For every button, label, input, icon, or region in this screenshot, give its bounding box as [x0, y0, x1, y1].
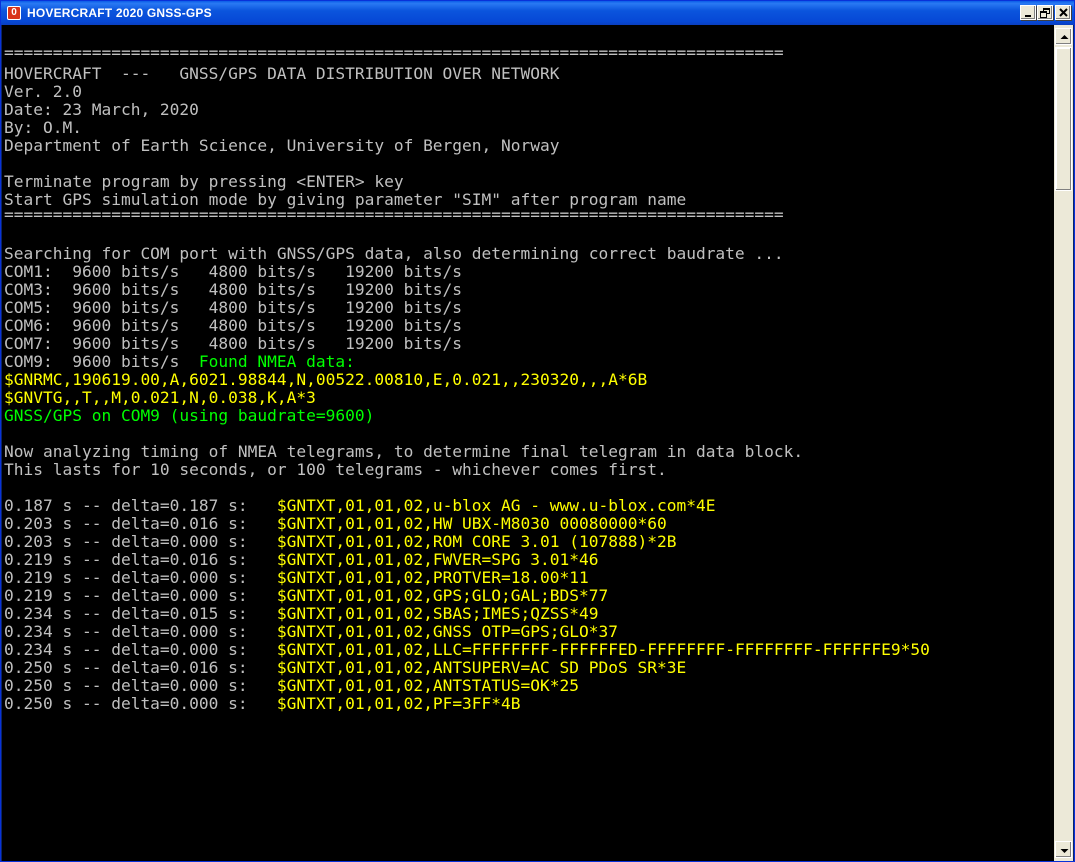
timing-prefix: 0.203 s -- delta=0.016 s:: [4, 514, 277, 533]
console-app-icon[interactable]: 0: [7, 6, 21, 20]
timing-row: 0.219 s -- delta=0.016 s: $GNTXT,01,01,0…: [4, 551, 599, 569]
scroll-up-arrow-icon: [1060, 35, 1069, 39]
nmea-sentence: $GNVTG,,T,,M,0.021,N,0.038,K,A*3: [4, 388, 316, 407]
minimize-button[interactable]: [1020, 5, 1036, 20]
vertical-scrollbar[interactable]: [1054, 25, 1073, 861]
timing-row: 0.219 s -- delta=0.000 s: $GNTXT,01,01,0…: [4, 587, 608, 605]
timing-row: 0.234 s -- delta=0.015 s: $GNTXT,01,01,0…: [4, 605, 599, 623]
timing-telegram: $GNTXT,01,01,02,ANTSUPERV=AC SD PDoS SR*…: [276, 658, 687, 677]
timing-telegram: $GNTXT,01,01,02,u-blox AG - www.u-blox.c…: [276, 496, 716, 515]
timing-prefix: 0.250 s -- delta=0.000 s:: [4, 676, 277, 695]
com-port-line: COM3: 9600 bits/s 4800 bits/s 19200 bits…: [4, 280, 463, 299]
timing-prefix: 0.234 s -- delta=0.000 s:: [4, 622, 277, 641]
scroll-up-button[interactable]: [1055, 28, 1072, 45]
timing-prefix: 0.187 s -- delta=0.187 s:: [4, 496, 277, 515]
com-port-line: COM5: 9600 bits/s 4800 bits/s 19200 bits…: [4, 298, 463, 317]
timing-telegram: $GNTXT,01,01,02,HW UBX-M8030 00080000*60: [276, 514, 667, 533]
timing-prefix: 0.219 s -- delta=0.000 s:: [4, 586, 277, 605]
timing-row: 0.219 s -- delta=0.000 s: $GNTXT,01,01,0…: [4, 569, 589, 587]
found-nmea-label: Found NMEA data:: [198, 352, 355, 371]
console-window: 0 HOVERCRAFT 2020 GNSS-GPS =============…: [0, 0, 1075, 862]
scroll-down-button[interactable]: [1055, 841, 1072, 858]
timing-prefix: 0.250 s -- delta=0.000 s:: [4, 694, 277, 713]
com-port-line: COM6: 9600 bits/s 4800 bits/s 19200 bits…: [4, 316, 463, 335]
close-button[interactable]: [1055, 5, 1071, 20]
timing-telegram: $GNTXT,01,01,02,LLC=FFFFFFFF-FFFFFFED-FF…: [276, 640, 930, 659]
scroll-thumb[interactable]: [1055, 47, 1072, 191]
timing-prefix: 0.203 s -- delta=0.000 s:: [4, 532, 277, 551]
program-author: By: O.M.: [4, 118, 82, 137]
program-date: Date: 23 March, 2020: [4, 100, 199, 119]
timing-telegram: $GNTXT,01,01,02,FWVER=SPG 3.01*46: [276, 550, 599, 569]
timing-row: 0.203 s -- delta=0.016 s: $GNTXT,01,01,0…: [4, 515, 667, 533]
console-output[interactable]: ========================================…: [2, 25, 1054, 861]
analysis-line: Now analyzing timing of NMEA telegrams, …: [4, 442, 804, 461]
timing-row: 0.234 s -- delta=0.000 s: $GNTXT,01,01,0…: [4, 641, 930, 659]
restore-icon: [1040, 8, 1050, 18]
nmea-sentence: $GNRMC,190619.00,A,6021.98844,N,00522.00…: [4, 370, 648, 389]
window-title: HOVERCRAFT 2020 GNSS-GPS: [27, 6, 212, 20]
timing-row: 0.250 s -- delta=0.000 s: $GNTXT,01,01,0…: [4, 695, 521, 713]
timing-prefix: 0.219 s -- delta=0.016 s:: [4, 550, 277, 569]
timing-telegram: $GNTXT,01,01,02,GPS;GLO;GAL;BDS*77: [276, 586, 609, 605]
close-icon: [1059, 8, 1068, 17]
program-version: Ver. 2.0: [4, 82, 82, 101]
com-port-line: COM1: 9600 bits/s 4800 bits/s 19200 bits…: [4, 262, 463, 281]
timing-telegram: $GNTXT,01,01,02,SBAS;IMES;QZSS*49: [276, 604, 599, 623]
header-rule-top: ========================================…: [4, 43, 784, 62]
gnss-port-result: GNSS/GPS on COM9 (using baudrate=9600): [4, 406, 375, 425]
timing-telegram: $GNTXT,01,01,02,PF=3FF*4B: [276, 694, 521, 713]
com-port-line: COM7: 9600 bits/s 4800 bits/s 19200 bits…: [4, 334, 463, 353]
timing-prefix: 0.234 s -- delta=0.015 s:: [4, 604, 277, 623]
timing-telegram: $GNTXT,01,01,02,ROM CORE 3.01 (107888)*2…: [276, 532, 677, 551]
terminate-hint: Terminate program by pressing <ENTER> ke…: [4, 172, 404, 191]
timing-row: 0.250 s -- delta=0.000 s: $GNTXT,01,01,0…: [4, 677, 579, 695]
timing-telegram: $GNTXT,01,01,02,GNSS OTP=GPS;GLO*37: [276, 622, 618, 641]
timing-telegram: $GNTXT,01,01,02,PROTVER=18.00*11: [276, 568, 589, 587]
com-port-found-prefix: COM9: 9600 bits/s: [4, 352, 199, 371]
timing-row: 0.234 s -- delta=0.000 s: $GNTXT,01,01,0…: [4, 623, 618, 641]
scroll-down-arrow-icon: [1060, 849, 1069, 853]
program-institution: Department of Earth Science, University …: [4, 136, 560, 155]
search-intro: Searching for COM port with GNSS/GPS dat…: [4, 244, 784, 263]
minimize-icon: [1025, 15, 1031, 17]
timing-prefix: 0.219 s -- delta=0.000 s:: [4, 568, 277, 587]
timing-row: 0.203 s -- delta=0.000 s: $GNTXT,01,01,0…: [4, 533, 676, 551]
program-title: HOVERCRAFT --- GNSS/GPS DATA DISTRIBUTIO…: [4, 64, 560, 83]
restore-button[interactable]: [1037, 5, 1053, 20]
timing-row: 0.250 s -- delta=0.016 s: $GNTXT,01,01,0…: [4, 659, 686, 677]
analysis-line: This lasts for 10 seconds, or 100 telegr…: [4, 460, 667, 479]
com-port-found-line: COM9: 9600 bits/s Found NMEA data:: [4, 353, 355, 371]
timing-telegram: $GNTXT,01,01,02,ANTSTATUS=OK*25: [276, 676, 580, 695]
title-bar[interactable]: 0 HOVERCRAFT 2020 GNSS-GPS: [1, 1, 1074, 25]
timing-prefix: 0.234 s -- delta=0.000 s:: [4, 640, 277, 659]
timing-row: 0.187 s -- delta=0.187 s: $GNTXT,01,01,0…: [4, 497, 715, 515]
header-rule-bottom: ========================================…: [4, 205, 784, 224]
timing-prefix: 0.250 s -- delta=0.016 s:: [4, 658, 277, 677]
